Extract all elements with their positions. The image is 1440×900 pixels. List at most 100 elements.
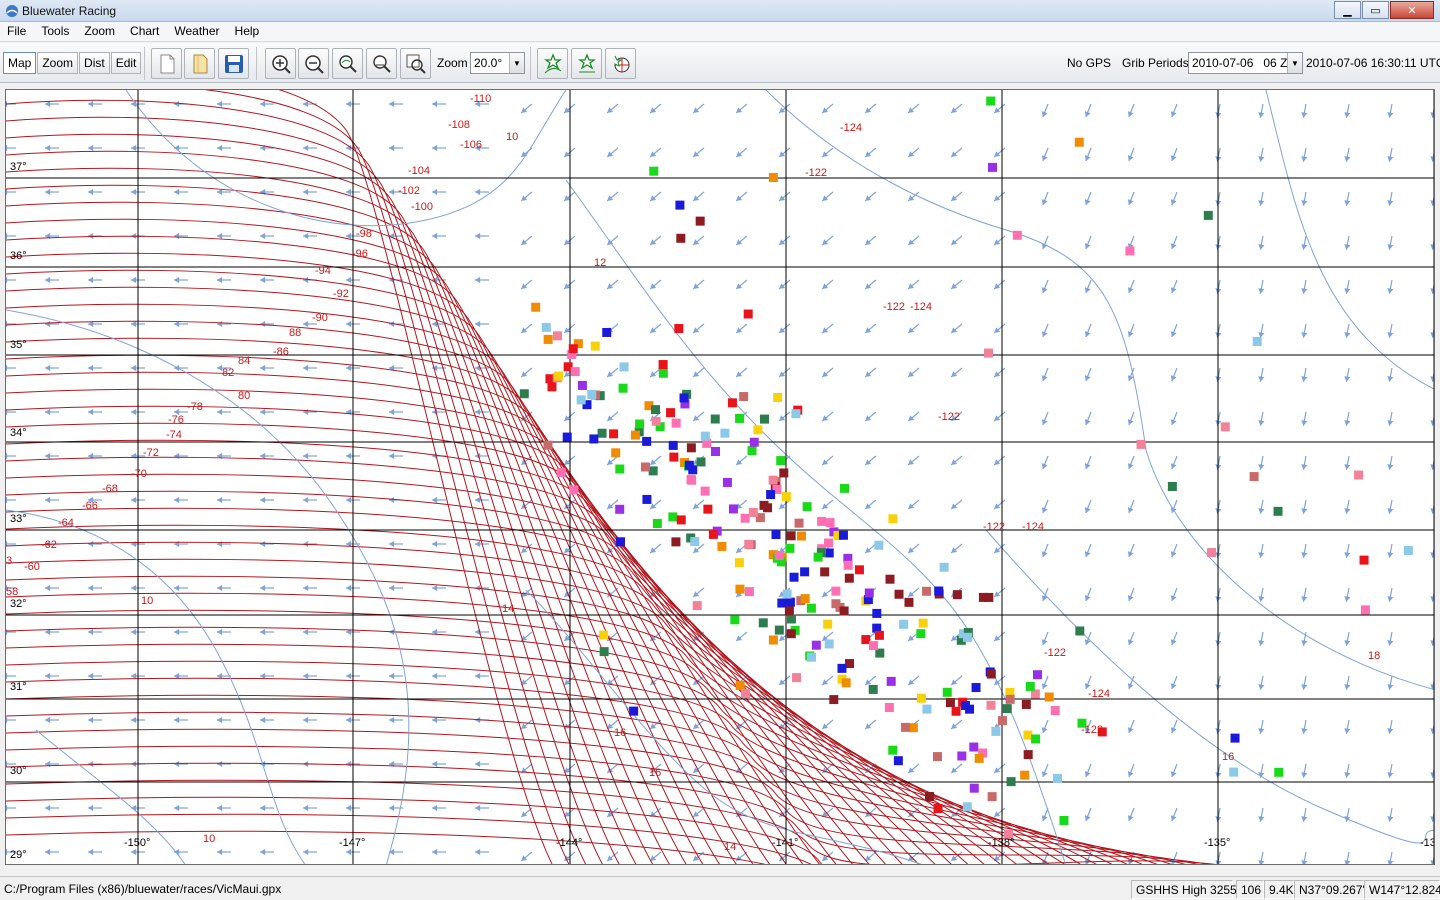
isobar-label: -106 xyxy=(460,139,482,151)
weather-map[interactable]: 37° 36° 35° 34° 33° 32° 31° 30° 29° -150° -147° -14… xyxy=(5,89,1435,865)
route-button[interactable] xyxy=(571,48,602,79)
wind-arrow-head xyxy=(260,584,266,592)
boat-marker xyxy=(997,716,1007,726)
wind-arrow-head xyxy=(1344,728,1351,734)
boat-marker xyxy=(984,348,994,358)
app-icon xyxy=(6,5,18,17)
boat-marker xyxy=(908,723,918,733)
edit-mode-button[interactable]: Edit xyxy=(110,52,142,74)
wind-arrow-head xyxy=(389,188,395,196)
isobar-label: 14 xyxy=(724,841,736,853)
isobar-label: 18 xyxy=(1368,650,1380,662)
boat-marker xyxy=(969,742,979,752)
wind-arrow-head xyxy=(174,804,180,812)
grib-period-dropdown[interactable]: 2010-07-06 06 Z ▼ xyxy=(1188,52,1303,74)
longitude-label: -141° xyxy=(772,837,798,849)
wind-arrow-head xyxy=(1344,464,1351,470)
boat-marker xyxy=(1359,555,1369,565)
polar-button[interactable] xyxy=(605,48,636,79)
wind-arrow-head xyxy=(88,276,94,284)
isobar-label: -92 xyxy=(333,288,349,300)
menu-file[interactable]: File xyxy=(0,22,34,41)
wind-arrow-head xyxy=(1301,640,1308,646)
open-file-button[interactable] xyxy=(184,48,215,79)
menu-weather[interactable]: Weather xyxy=(167,22,227,41)
wind-arrow-head xyxy=(131,408,137,416)
wind-arrow-head xyxy=(1258,860,1265,864)
close-button[interactable]: ✕ xyxy=(1390,1,1434,19)
map-canvas[interactable]: 37° 36° 35° 34° 33° 32° 31° 30° 29° -150° -147° -14… xyxy=(6,90,1435,865)
zoom-route-button[interactable] xyxy=(332,48,363,79)
minimize-button[interactable]: ▁ xyxy=(1334,1,1361,19)
zoom-dropdown[interactable]: 20.0° ▼ xyxy=(470,52,525,74)
wind-arrow-head xyxy=(1387,508,1394,514)
map-mode-button[interactable]: Map xyxy=(3,52,37,74)
wind-arrow-head xyxy=(1301,288,1308,294)
menu-zoom[interactable]: Zoom xyxy=(77,22,123,41)
waypoint-button[interactable] xyxy=(537,48,568,79)
zoom-mode-button[interactable]: Zoom xyxy=(37,52,79,74)
zoom-fleet-button[interactable] xyxy=(366,48,397,79)
boat-marker xyxy=(635,419,645,429)
wind-arrow-head xyxy=(346,364,352,372)
zoom-extent-button[interactable] xyxy=(400,48,431,79)
boat-marker xyxy=(820,567,830,577)
boat-marker xyxy=(679,393,689,403)
wind-arrow-head xyxy=(1387,420,1394,426)
wind-arrow-head xyxy=(1387,596,1394,602)
isobar-label: -108 xyxy=(448,119,470,131)
boat-marker xyxy=(785,543,795,553)
save-button[interactable] xyxy=(218,48,249,79)
wind-arrow-head xyxy=(45,584,51,592)
boat-marker xyxy=(700,431,710,441)
wind-arrow-head xyxy=(432,804,438,812)
boat-marker xyxy=(630,430,640,440)
isobar-label: -122 xyxy=(805,167,827,179)
menu-help[interactable]: Help xyxy=(228,22,268,41)
wind-arrow-head xyxy=(1387,640,1394,646)
wind-arrow-head xyxy=(432,232,438,240)
zoom-out-button[interactable] xyxy=(298,48,329,79)
chevron-down-icon[interactable]: ▼ xyxy=(1287,53,1302,73)
wind-arrow-head xyxy=(475,496,481,504)
boat-marker xyxy=(874,630,884,640)
boat-marker xyxy=(1249,472,1259,482)
boat-marker xyxy=(650,405,660,415)
menu-tools[interactable]: Tools xyxy=(34,22,77,41)
boat-marker xyxy=(556,468,566,478)
boat-marker xyxy=(924,792,934,802)
file-size: 9.4K xyxy=(1264,880,1294,899)
toolbar-separator xyxy=(530,47,531,80)
wind-arrow-head xyxy=(1301,112,1308,118)
boat-marker xyxy=(688,465,698,475)
wind-arrow-head xyxy=(1430,200,1434,206)
menu-chart[interactable]: Chart xyxy=(123,22,167,41)
zoom-in-button[interactable] xyxy=(265,48,296,79)
boat-marker xyxy=(619,362,629,372)
maximize-button[interactable]: ▭ xyxy=(1362,1,1389,19)
isobar-label: -78 xyxy=(187,401,203,413)
isobar-line xyxy=(6,286,770,864)
wind-arrow-head xyxy=(303,496,309,504)
wind-arrow-head xyxy=(174,232,180,240)
wind-arrow-head xyxy=(303,100,309,108)
boat-marker xyxy=(888,745,898,755)
wind-arrow-head xyxy=(1301,684,1308,690)
latitude-label: 30° xyxy=(10,765,27,777)
wind-arrow-head xyxy=(88,188,94,196)
isobar-label: 82 xyxy=(222,367,234,379)
wind-arrow-head xyxy=(432,144,438,152)
wind-arrow-head xyxy=(260,452,266,460)
file-path: C:/Program Files (x86)/bluewater/races/V… xyxy=(4,882,282,896)
isobar-label: 12 xyxy=(594,257,606,269)
boat-marker xyxy=(777,598,787,608)
dist-mode-button[interactable]: Dist xyxy=(79,52,110,74)
wind-arrow-head xyxy=(1258,420,1265,426)
isobar-label: -122 xyxy=(983,521,1005,533)
chevron-down-icon[interactable]: ▼ xyxy=(509,53,524,73)
wind-arrow-head xyxy=(1301,772,1308,778)
wind-arrow-head xyxy=(45,848,51,856)
boat-marker xyxy=(722,477,732,487)
new-file-button[interactable] xyxy=(151,48,182,79)
wind-arrow-head xyxy=(1258,200,1265,206)
